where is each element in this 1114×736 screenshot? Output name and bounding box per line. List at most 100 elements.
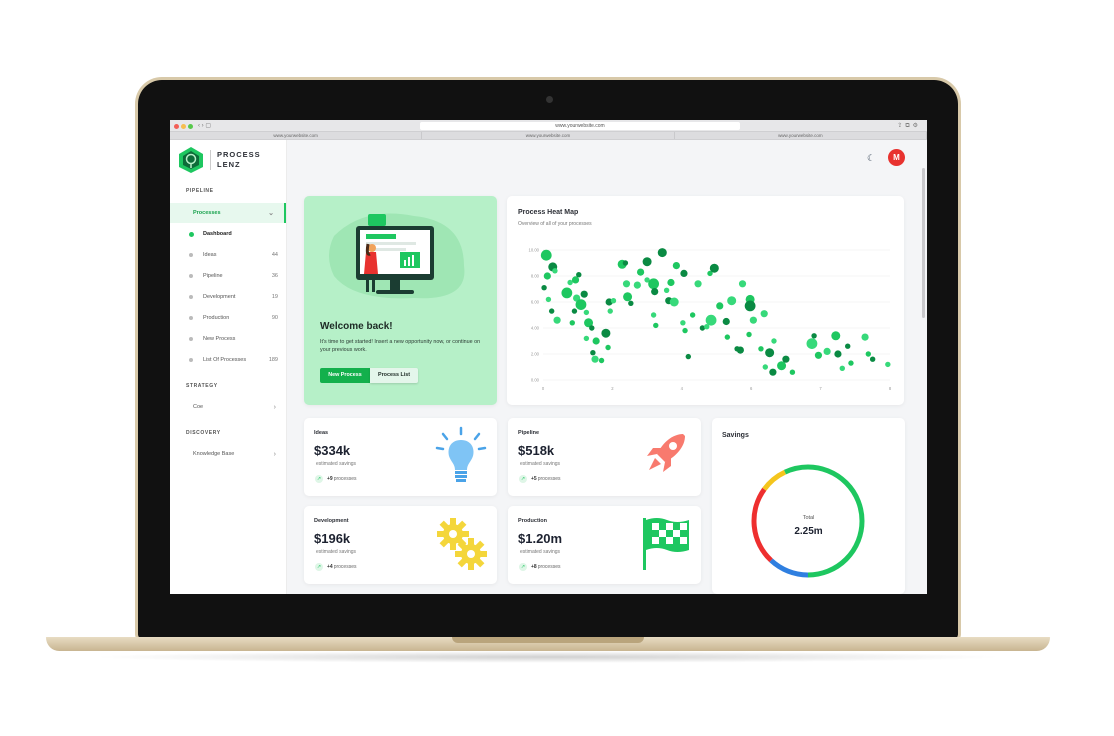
donut-segment[interactable]: [769, 558, 809, 578]
scatter-point[interactable]: [685, 353, 692, 360]
scatter-point[interactable]: [601, 328, 611, 338]
donut-segment[interactable]: [783, 464, 809, 475]
scatter-point[interactable]: [552, 268, 558, 274]
scatter-point[interactable]: [727, 296, 737, 306]
scatter-point[interactable]: [760, 310, 768, 318]
scatter-point[interactable]: [709, 263, 719, 273]
scatter-point[interactable]: [834, 350, 842, 358]
sidebar-item-knowledge-base[interactable]: Knowledge Base ›: [170, 444, 286, 464]
scatter-point[interactable]: [758, 346, 764, 352]
sidebar-item-production[interactable]: Production 90: [170, 308, 286, 328]
scatter-point[interactable]: [590, 350, 596, 356]
scatter-point[interactable]: [628, 300, 634, 306]
moon-icon[interactable]: ☾: [867, 153, 875, 164]
scatter-point[interactable]: [607, 308, 613, 314]
browser-tab[interactable]: www.yourwebsite.com: [675, 132, 927, 139]
scatter-point[interactable]: [680, 320, 686, 326]
scatter-point[interactable]: [680, 269, 688, 277]
scatter-point[interactable]: [744, 300, 756, 312]
stat-card-ideas[interactable]: Ideas $334k estimated savings ↗ +9 proce…: [304, 418, 497, 496]
scatter-point[interactable]: [765, 348, 775, 358]
scatter-point[interactable]: [823, 347, 831, 355]
scatter-point[interactable]: [633, 281, 641, 289]
scatter-point[interactable]: [598, 357, 605, 364]
scatter-point[interactable]: [622, 260, 629, 266]
scatter-point[interactable]: [831, 331, 841, 341]
scatter-point[interactable]: [545, 296, 552, 303]
scatter-point[interactable]: [571, 308, 578, 314]
maximize-window-button[interactable]: [188, 124, 193, 129]
scatter-point[interactable]: [583, 335, 590, 342]
scatter-point[interactable]: [669, 297, 679, 307]
scatter-point[interactable]: [738, 280, 747, 288]
scatter-point[interactable]: [769, 368, 777, 376]
scatter-point[interactable]: [651, 288, 659, 296]
scatter-point[interactable]: [571, 276, 580, 284]
scatter-point[interactable]: [575, 299, 587, 310]
scatter-point[interactable]: [589, 325, 595, 331]
scatter-point[interactable]: [553, 316, 561, 324]
scatter-point[interactable]: [689, 312, 696, 318]
scatter-point[interactable]: [672, 262, 680, 270]
new-process-button[interactable]: New Process: [320, 368, 370, 383]
scatter-point[interactable]: [845, 343, 851, 349]
scatter-point[interactable]: [561, 287, 573, 299]
scatter-point[interactable]: [569, 320, 575, 326]
scatter-point[interactable]: [548, 308, 555, 314]
sidebar-item-coe[interactable]: Coe ›: [170, 397, 286, 417]
stat-card-production[interactable]: Production $1.20m estimated savings ↗ +8…: [508, 506, 701, 584]
process-list-button[interactable]: Process List: [370, 368, 418, 383]
address-bar[interactable]: www.yourwebsite.com: [420, 122, 740, 130]
scatter-point[interactable]: [716, 302, 724, 310]
scatter-point[interactable]: [789, 369, 796, 375]
sidebar-item-list-of-processes[interactable]: List Of Processes 189: [170, 350, 286, 370]
scatter-point[interactable]: [663, 287, 670, 293]
scatter-point[interactable]: [576, 272, 582, 278]
scatter-point[interactable]: [543, 272, 551, 280]
scatter-point[interactable]: [722, 317, 730, 326]
donut-segment[interactable]: [762, 469, 787, 491]
donut-segment[interactable]: [807, 464, 865, 578]
browser-tab[interactable]: www.yourwebsite.com: [170, 132, 423, 139]
scatter-point[interactable]: [705, 314, 717, 326]
scatter-point[interactable]: [771, 338, 777, 344]
scatter-point[interactable]: [605, 344, 611, 351]
minimize-window-button[interactable]: [181, 124, 186, 129]
scatter-point[interactable]: [540, 249, 552, 261]
scatter-point[interactable]: [736, 346, 744, 354]
scatter-point[interactable]: [782, 355, 790, 363]
scatter-point[interactable]: [648, 278, 660, 290]
scatter-point[interactable]: [650, 312, 657, 318]
browser-tab[interactable]: www.yourwebsite.com: [422, 132, 675, 139]
logo[interactable]: PROCESS LENZ: [178, 146, 261, 174]
stat-card-pipeline[interactable]: Pipeline $518k estimated savings ↗ +5 pr…: [508, 418, 701, 496]
scatter-point[interactable]: [869, 356, 876, 362]
scatter-point[interactable]: [885, 361, 891, 368]
sidebar-item-ideas[interactable]: Ideas 44: [170, 245, 286, 265]
scatter-point[interactable]: [580, 290, 588, 298]
scatter-point[interactable]: [636, 268, 645, 276]
scatter-point[interactable]: [583, 309, 590, 316]
scatter-point[interactable]: [657, 248, 667, 258]
browser-nav-icons[interactable]: ‹ › ▢: [198, 122, 211, 129]
scatter-point[interactable]: [567, 279, 573, 286]
sidebar-item-new-process[interactable]: New Process: [170, 329, 286, 349]
scatter-point[interactable]: [806, 338, 818, 349]
avatar[interactable]: M: [888, 149, 905, 166]
browser-actions-icons[interactable]: ⇪⧉⚙: [897, 122, 921, 130]
sidebar-item-development[interactable]: Development 19: [170, 287, 286, 307]
scatter-point[interactable]: [724, 334, 731, 340]
scatter-point[interactable]: [541, 285, 547, 291]
scatter-point[interactable]: [623, 292, 633, 302]
scatter-point[interactable]: [667, 278, 675, 287]
sidebar-item-pipeline[interactable]: Pipeline 36: [170, 266, 286, 286]
scatter-point[interactable]: [682, 327, 688, 334]
scrollbar[interactable]: [922, 168, 925, 318]
scatter-point[interactable]: [865, 351, 872, 357]
donut-segment[interactable]: [751, 487, 773, 563]
scatter-point[interactable]: [861, 333, 869, 341]
scatter-point[interactable]: [642, 257, 652, 267]
stat-card-development[interactable]: Development $196k estimated savings ↗ +4…: [304, 506, 497, 584]
scatter-point[interactable]: [814, 351, 823, 359]
scatter-point[interactable]: [762, 364, 768, 370]
